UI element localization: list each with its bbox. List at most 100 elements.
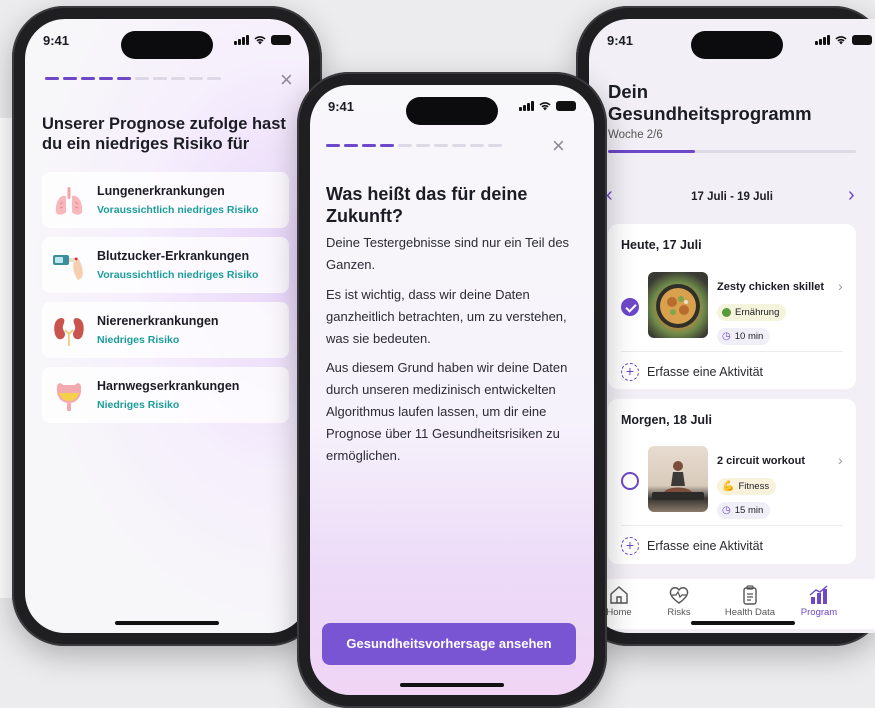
lungs-icon — [55, 187, 83, 215]
status-icons — [815, 35, 872, 45]
paragraph: Aus diesem Grund haben wir deine Daten d… — [326, 360, 568, 463]
glucose-meter-icon — [53, 255, 83, 280]
page-title: Dein Gesundheitsprogramm — [608, 81, 812, 124]
activity-checkbox[interactable] — [621, 298, 639, 316]
risk-card-bladder[interactable]: Harnwegserkrankungen Niedriges Risiko — [42, 367, 289, 423]
close-icon[interactable]: × — [280, 69, 293, 91]
battery-icon — [556, 101, 576, 111]
day-card-tomorrow: Morgen, 18 Juli 2 circuit workout › 💪 Fi… — [608, 399, 856, 564]
tab-risks[interactable]: Risks — [649, 585, 709, 618]
meal-photo[interactable] — [648, 272, 708, 338]
chevron-right-icon[interactable]: › — [838, 452, 843, 468]
risk-level: Niedriges Risiko — [97, 334, 180, 346]
screen-risk-summary: 9:41 × Unserer Prognose zufolge hast du … — [25, 19, 309, 633]
kidneys-icon — [54, 318, 84, 346]
skillet-image — [656, 284, 700, 328]
dynamic-island — [406, 97, 498, 125]
yoga-image — [652, 461, 704, 500]
chevron-right-icon[interactable]: › — [848, 185, 855, 205]
day-title: Heute, 17 Juli — [621, 238, 702, 252]
home-indicator[interactable] — [115, 621, 219, 625]
home-indicator[interactable] — [691, 621, 795, 625]
workout-photo[interactable] — [648, 446, 708, 512]
wifi-icon — [539, 102, 551, 111]
paragraph: Es ist wichtig, dass wir deine Daten gan… — [326, 287, 567, 346]
signal-icon — [234, 35, 249, 45]
week-progress-bar — [608, 150, 856, 153]
battery-icon — [852, 35, 872, 45]
signal-icon — [815, 35, 830, 45]
plus-icon: + — [621, 363, 639, 381]
activity-title[interactable]: Zesty chicken skillet — [717, 281, 824, 293]
duration-label: 10 min — [734, 331, 764, 342]
category-label: Fitness — [738, 481, 770, 492]
chart-growth-icon — [809, 585, 828, 604]
risk-name: Nierenerkrankungen — [97, 314, 219, 328]
duration-label: 15 min — [734, 505, 764, 516]
add-activity-button[interactable]: + Erfasse eine Aktivität — [621, 537, 763, 555]
risk-name: Lungenerkrankungen — [97, 184, 225, 198]
screen-health-program: 9:41 Dein Gesundheitsprogramm Woche 2/6 … — [589, 19, 875, 633]
phone-health-program: 9:41 Dein Gesundheitsprogramm Woche 2/6 … — [576, 6, 875, 646]
signal-icon — [519, 101, 534, 111]
category-label: Ernährung — [735, 307, 780, 318]
view-forecast-button[interactable]: Gesundheitsvorhersage ansehen — [322, 623, 576, 665]
status-time: 9:41 — [607, 33, 634, 48]
status-time: 9:41 — [43, 33, 70, 48]
wifi-icon — [254, 36, 266, 45]
duration-tag: ◷ 10 min — [717, 328, 771, 345]
clipboard-icon — [743, 585, 757, 605]
progress-dashes — [326, 144, 502, 147]
day-card-today: Heute, 17 Juli Zesty chicken skillet › E… — [608, 224, 856, 389]
status-icons — [234, 35, 291, 45]
tab-label: Home — [606, 607, 632, 618]
dynamic-island — [691, 31, 783, 59]
duration-tag: ◷ 15 min — [717, 502, 771, 519]
timer-icon: ◷ — [722, 331, 731, 342]
risk-level: Voraussichtlich niedriges Risiko — [97, 204, 259, 216]
category-tag: 💪 Fitness — [717, 478, 777, 495]
tab-health-data[interactable]: Health Data — [715, 585, 785, 618]
day-title: Morgen, 18 Juli — [621, 413, 712, 427]
broccoli-icon — [722, 308, 731, 317]
tab-label: Program — [800, 607, 838, 618]
phone-risk-summary: 9:41 × Unserer Prognose zufolge hast du … — [12, 6, 322, 646]
add-activity-button[interactable]: + Erfasse eine Aktivität — [621, 363, 763, 381]
date-range: 17 Juli - 19 Juli — [691, 191, 773, 203]
bladder-icon — [56, 383, 82, 411]
risk-level: Voraussichtlich niedriges Risiko — [97, 269, 259, 281]
tab-label: Risks — [667, 607, 691, 618]
timer-icon: ◷ — [722, 505, 731, 516]
dynamic-island — [121, 31, 213, 59]
bicep-icon: 💪 — [722, 481, 735, 492]
progress-dashes — [45, 77, 221, 80]
risk-card-lungs[interactable]: Lungenerkrankungen Voraussichtlich niedr… — [42, 172, 289, 228]
status-icons — [519, 101, 576, 111]
activity-checkbox[interactable] — [621, 472, 639, 490]
tab-label: Health Data — [724, 607, 776, 618]
home-indicator[interactable] — [400, 683, 504, 687]
wifi-icon — [835, 36, 847, 45]
risk-name: Blutzucker-Erkrankungen — [97, 249, 250, 263]
divider — [621, 525, 843, 526]
risk-level: Niedriges Risiko — [97, 399, 180, 411]
close-icon[interactable]: × — [552, 135, 565, 157]
risk-card-glucose[interactable]: Blutzucker-Erkrankungen Voraussichtlich … — [42, 237, 289, 293]
tab-program[interactable]: Program — [789, 585, 849, 618]
activity-title[interactable]: 2 circuit workout — [717, 455, 805, 467]
screen-future-explainer: 9:41 × Was heißt das für deine Zukunft? … — [310, 85, 594, 695]
add-activity-label: Erfasse eine Aktivität — [647, 539, 764, 553]
add-activity-label: Erfasse eine Aktivität — [647, 365, 764, 379]
status-time: 9:41 — [328, 99, 355, 114]
week-label: Woche 2/6 — [608, 129, 663, 141]
risk-card-kidneys[interactable]: Nierenerkrankungen Niedriges Risiko — [42, 302, 289, 358]
plus-icon: + — [621, 537, 639, 555]
page-title: Was heißt das für deine Zukunft? — [326, 184, 528, 226]
paragraph: Deine Testergebnisse sind nur ein Teil d… — [326, 235, 570, 272]
home-icon — [610, 586, 628, 604]
week-progress-fill — [608, 150, 695, 153]
page-title: Unserer Prognose zufolge hast du ein nie… — [42, 115, 286, 153]
divider — [621, 351, 843, 352]
phone-future-explainer: 9:41 × Was heißt das für deine Zukunft? … — [297, 72, 607, 708]
chevron-right-icon[interactable]: › — [838, 278, 843, 294]
